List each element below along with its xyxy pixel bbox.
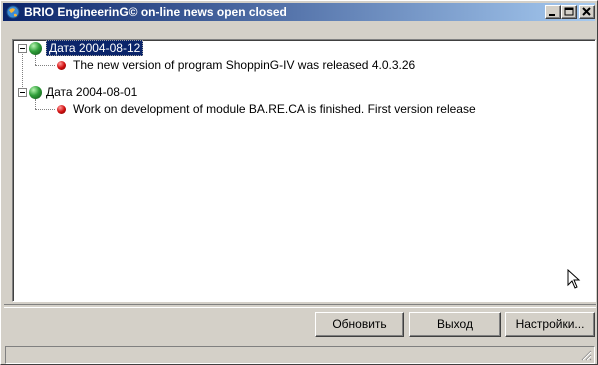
news-tree[interactable]: Дата 2004-08-12 The new version of progr… xyxy=(12,39,596,302)
expander-node-1[interactable] xyxy=(18,44,27,53)
news-date-label: Дата 2004-08-12 xyxy=(46,40,144,56)
refresh-button[interactable]: Обновить xyxy=(315,312,404,337)
news-item[interactable]: The new version of program ShoppinG-IV w… xyxy=(73,57,415,73)
minimize-button[interactable] xyxy=(545,5,561,19)
tree-connector xyxy=(35,109,55,111)
green-globe-icon xyxy=(29,86,42,99)
news-date-node-2[interactable]: Дата 2004-08-01 xyxy=(46,84,137,100)
exit-button[interactable]: Выход xyxy=(409,312,501,337)
green-globe-icon xyxy=(29,42,42,55)
title-bar[interactable]: BRIO EngineerinG© on-line news open clos… xyxy=(3,3,595,21)
resize-grip-icon[interactable] xyxy=(580,349,592,361)
news-window: BRIO EngineerinG© on-line news open clos… xyxy=(0,0,598,365)
tree-connector xyxy=(35,99,37,109)
expander-node-2[interactable] xyxy=(18,88,27,97)
close-icon xyxy=(582,7,591,16)
minimize-icon xyxy=(549,14,555,16)
window-title: BRIO EngineerinG© on-line news open clos… xyxy=(24,5,287,19)
news-date-label: Дата 2004-08-01 xyxy=(46,85,138,99)
mouse-cursor-icon xyxy=(567,269,581,289)
red-bullet-icon xyxy=(57,61,66,70)
separator xyxy=(4,304,596,308)
maximize-button[interactable] xyxy=(561,5,577,19)
tree-connector xyxy=(22,48,24,93)
status-bar xyxy=(5,346,595,364)
news-item[interactable]: Work on development of module BA.RE.CA i… xyxy=(73,101,476,117)
maximize-icon xyxy=(564,7,574,16)
tree-connector xyxy=(35,65,55,67)
close-button[interactable] xyxy=(579,5,595,19)
globe-app-icon xyxy=(6,5,20,19)
news-tree-frame xyxy=(13,40,595,301)
red-bullet-icon xyxy=(57,105,66,114)
news-date-node-1[interactable]: Дата 2004-08-12 xyxy=(46,40,144,56)
settings-button[interactable]: Настройки... xyxy=(505,312,595,337)
tree-connector xyxy=(35,55,37,65)
